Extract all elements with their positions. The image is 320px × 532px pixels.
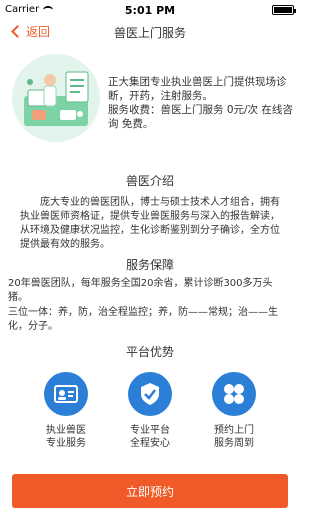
shield-check-icon [128, 372, 172, 416]
advantages-title: 平台优势 [125, 345, 174, 359]
advantage-item-platform[interactable]: 专业平台 全程安心 [110, 372, 190, 450]
advantage-label-onsite: 预约上门 服务周到 [214, 425, 254, 449]
nav-bar: 返回 兽医上门服务 [0, 20, 300, 42]
status-bar: Carrier 5:01 PM [0, 0, 300, 20]
book-now-button[interactable]: 立即预约 [12, 474, 288, 508]
guarantee-line-trinity: 三位一体：养，防，治全程监控；养，防——常规；治——生化，分子。 [8, 307, 278, 332]
guarantee-title: 服务保障 [125, 258, 174, 272]
intro-title: 兽医介绍 [125, 174, 174, 188]
id-card-icon [44, 372, 88, 416]
battery-icon [272, 5, 296, 15]
advantage-item-onsite[interactable]: 预约上门 服务周到 [194, 372, 274, 450]
advantage-item-licensed[interactable]: 执业兽医 专业服务 [26, 372, 106, 450]
advantage-label-licensed: 执业兽医 专业服务 [46, 425, 86, 449]
hero-section: 正大集团专业执业兽医上门提供现场诊断，开药，注射服务。 服务收费：兽医上门服务 … [0, 42, 300, 142]
hero-description: 正大集团专业执业兽医上门提供现场诊断，开药，注射服务。 服务收费：兽医上门服务 … [108, 75, 294, 131]
vet-service-illustration [12, 54, 100, 142]
hero-line-service: 正大集团专业执业兽医上门提供现场诊断，开药，注射服务。 [108, 76, 287, 102]
page-title: 兽医上门服务 [113, 26, 186, 40]
clover-icon [212, 372, 256, 416]
advantages-list: 执业兽医 专业服务 专业平台 全程安心 预约上门 服务周到 [0, 372, 300, 450]
intro-body: 庞大专业的兽医团队，博士与硕士技术人才组合，拥有执业兽医师资格证，提供专业兽医服… [20, 197, 280, 250]
advantage-label-platform: 专业平台 全程安心 [130, 425, 170, 449]
hero-line-fee: 服务收费：兽医上门服务 0元/次 在线咨询 免费。 [108, 104, 293, 130]
status-time: 5:01 PM [124, 4, 176, 17]
guarantee-line-team: 20年兽医团队，每年服务全国20余省，累计诊断300多万头猪。 [8, 278, 273, 303]
